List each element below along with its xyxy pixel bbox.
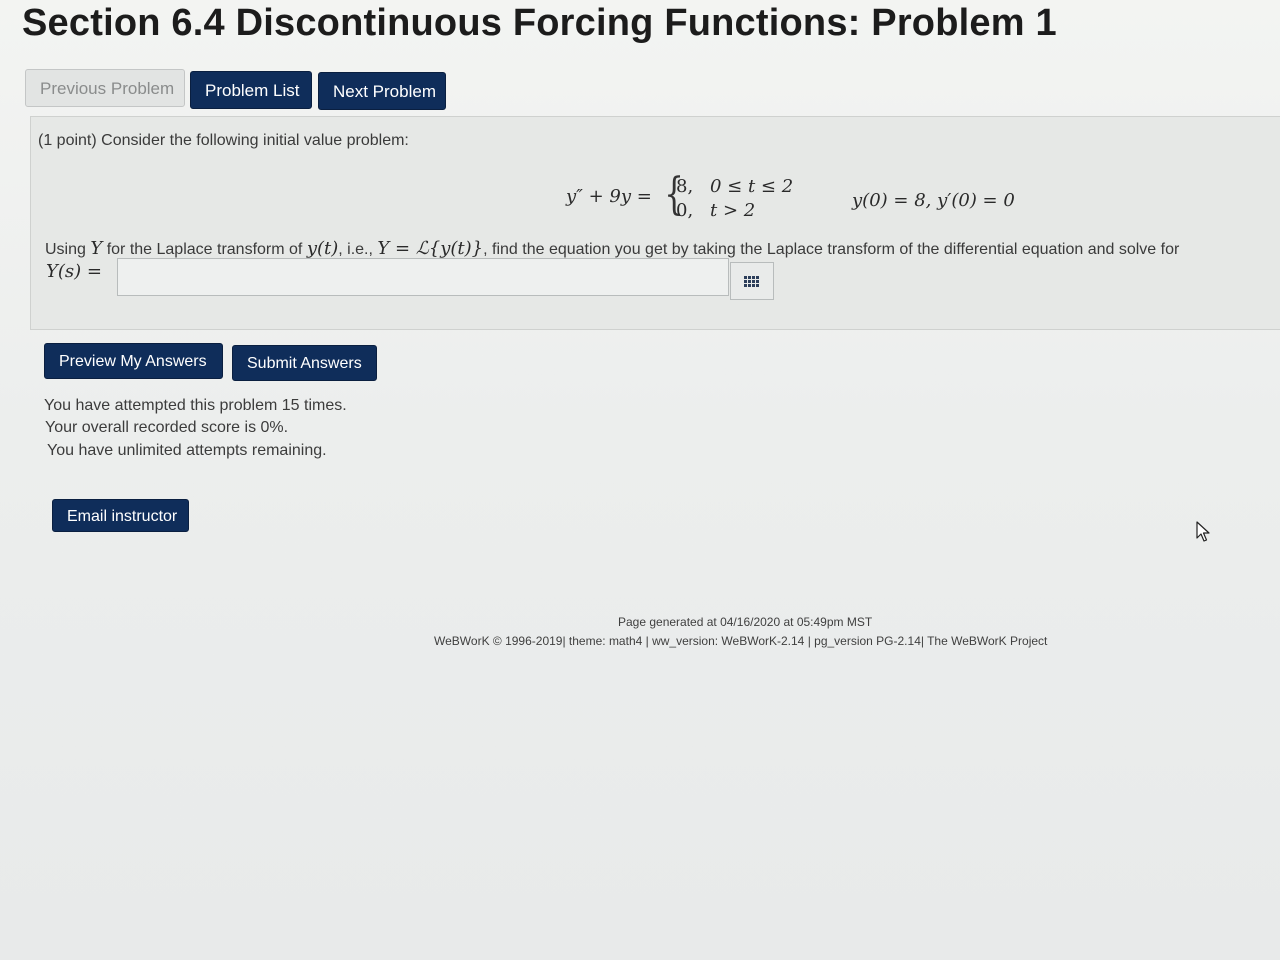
- mouse-pointer-icon: [1196, 521, 1210, 542]
- answer-input[interactable]: [117, 258, 729, 296]
- case-2-value: 0,: [676, 200, 694, 221]
- piecewise-case-1: 8, 0 ≤ t ≤ 2: [676, 176, 793, 197]
- problem-list-button[interactable]: Problem List: [190, 71, 312, 109]
- next-problem-button[interactable]: Next Problem: [318, 72, 446, 110]
- case-1-condition: 0 ≤ t ≤ 2: [710, 176, 794, 197]
- score-text: Your overall recorded score is 0%.: [45, 419, 289, 436]
- submit-answers-button[interactable]: Submit Answers: [232, 345, 377, 381]
- preview-answers-button[interactable]: Preview My Answers: [44, 343, 223, 379]
- initial-conditions: y(0) = 8, y′(0) = 0: [852, 190, 1015, 211]
- instruction-mid: for the Laplace transform of: [106, 241, 303, 258]
- ode-lhs: y″ + 9y =: [566, 186, 652, 207]
- case-2-condition: t > 2: [710, 200, 756, 221]
- matrix-grid-icon: [744, 276, 760, 288]
- case-1-value: 8,: [676, 176, 694, 197]
- piecewise-case-2: 0, t > 2: [676, 200, 755, 221]
- footer-credits: WeBWorK © 1996-2019| theme: math4 | ww_v…: [434, 634, 1048, 648]
- matrix-entry-button[interactable]: [730, 262, 774, 300]
- answer-label: Y(s) =: [46, 261, 102, 282]
- remaining-text: You have unlimited attempts remaining.: [47, 442, 327, 459]
- instruction-yt: y(t): [306, 238, 339, 259]
- page-title: Section 6.4 Discontinuous Forcing Functi…: [22, 2, 1057, 44]
- instruction-suffix: , find the equation you get by taking th…: [483, 241, 1180, 258]
- instruction-ie: , i.e.,: [338, 241, 373, 258]
- problem-intro: (1 point) Consider the following initial…: [38, 132, 409, 149]
- email-instructor-button[interactable]: Email instructor: [52, 499, 189, 532]
- page-generated-text: Page generated at 04/16/2020 at 05:49pm …: [618, 615, 873, 629]
- instruction-laplace-eq: Y = ℒ{y(t)}: [377, 238, 484, 259]
- previous-problem-button[interactable]: Previous Problem: [25, 69, 185, 107]
- instruction-prefix: Using: [45, 241, 86, 258]
- differential-equation: y″ + 9y = { 8, 0 ≤ t ≤ 2 0, t > 2: [566, 172, 806, 222]
- attempts-text: You have attempted this problem 15 times…: [44, 397, 347, 414]
- instruction-text: Using Y for the Laplace transform of y(t…: [45, 238, 1179, 259]
- instruction-Y: Y: [90, 238, 103, 259]
